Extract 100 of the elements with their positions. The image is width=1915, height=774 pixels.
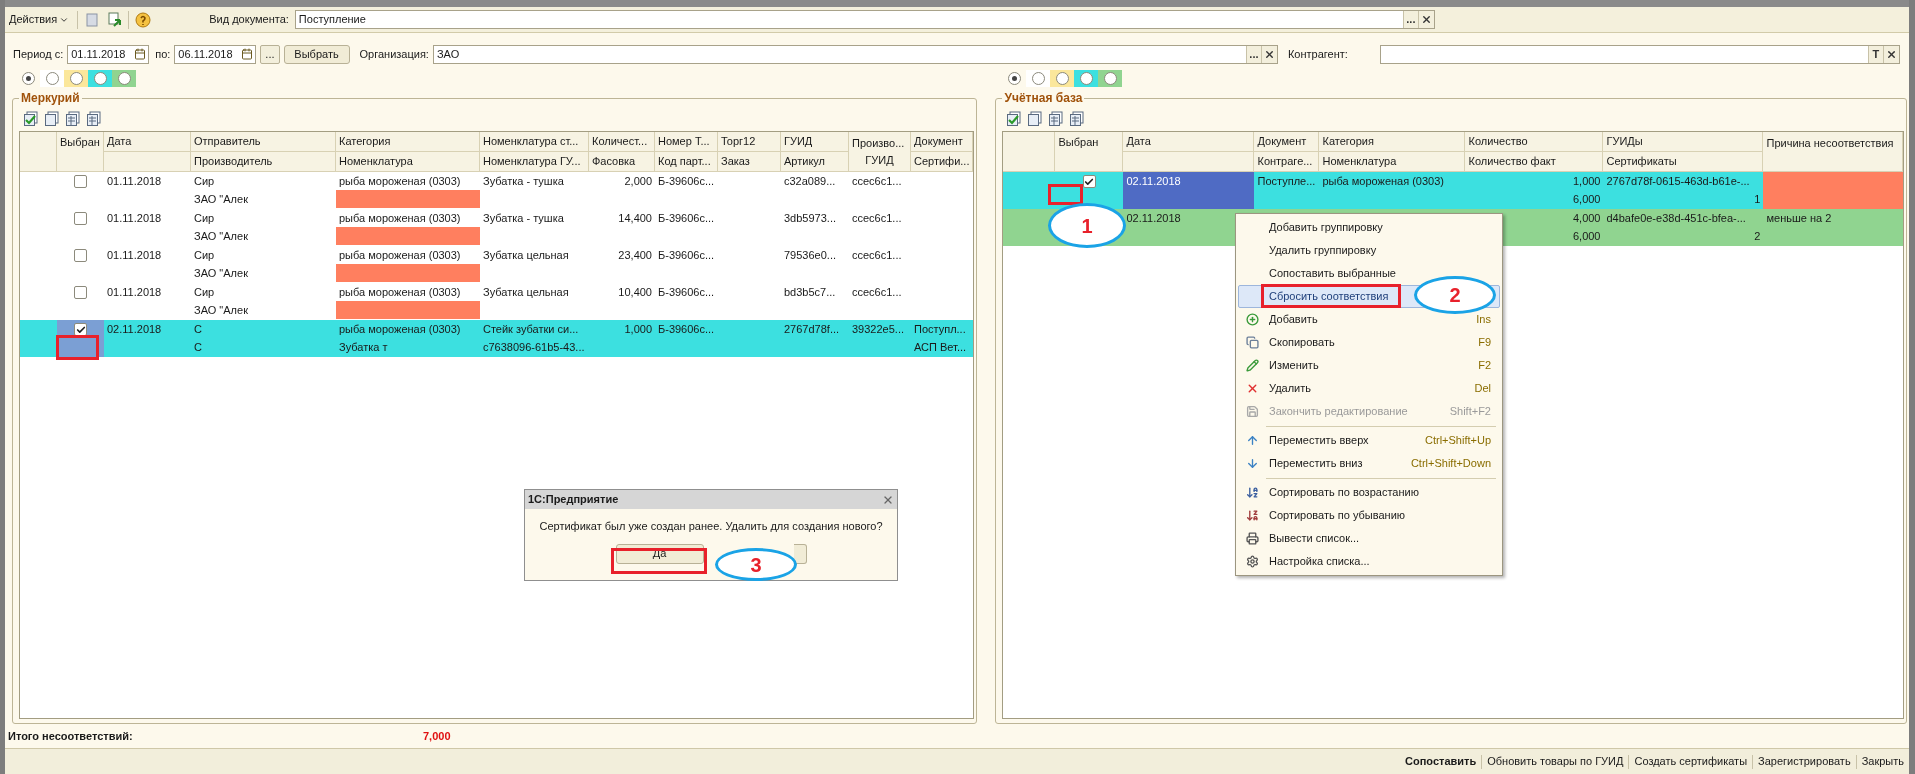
dialog-button[interactable] bbox=[793, 543, 807, 564]
radio-button[interactable] bbox=[1007, 71, 1021, 85]
table-pages-icon[interactable] bbox=[65, 111, 81, 127]
column-header[interactable]: Производитель bbox=[194, 153, 273, 170]
column-header[interactable]: Сертификаты bbox=[1606, 153, 1677, 170]
menu-item[interactable]: Добавить группировку bbox=[1238, 216, 1500, 239]
menu-item[interactable]: Переместить вниз Ctrl+Shift+Down bbox=[1238, 452, 1500, 475]
cell-text: Стейк зубатки си... bbox=[483, 321, 579, 337]
column-header[interactable]: Номенклатура bbox=[1322, 153, 1397, 170]
choose-button[interactable]: ... bbox=[1245, 45, 1261, 63]
dialog-title: 1С:Предприятие bbox=[528, 492, 619, 508]
column-header[interactable]: Количество bbox=[1468, 133, 1528, 150]
table-pages-icon[interactable] bbox=[86, 111, 102, 127]
cell-text: Б-39606с... bbox=[658, 321, 715, 337]
pages-icon[interactable] bbox=[1027, 111, 1044, 127]
cell-text: Зубатка - тушка bbox=[483, 173, 564, 189]
save-icon bbox=[1245, 405, 1259, 418]
cell-text: 02.11.2018 bbox=[1126, 173, 1181, 189]
menu-item[interactable]: Вывести список... bbox=[1238, 527, 1500, 550]
table-pages-icon[interactable] bbox=[1069, 111, 1086, 127]
cell-text: 10,400 bbox=[618, 284, 652, 300]
toolbar-button[interactable]: Зарегистрировать bbox=[1753, 753, 1856, 770]
choose-button[interactable]: ... bbox=[1402, 11, 1418, 28]
cell-text: 01.11.2018 bbox=[107, 284, 162, 300]
checkbox[interactable] bbox=[74, 175, 87, 188]
menu-item[interactable]: Настройка списка... bbox=[1238, 550, 1500, 573]
radio-button[interactable] bbox=[69, 71, 83, 85]
column-header[interactable]: Номер Т... bbox=[658, 133, 710, 150]
column-header[interactable]: ГУИД bbox=[865, 151, 894, 168]
radio-button[interactable] bbox=[45, 71, 59, 85]
cell-text: Б-39606с... bbox=[658, 173, 715, 189]
date-field[interactable]: 01.11.2018 bbox=[67, 44, 150, 64]
document-arrow-icon[interactable] bbox=[106, 11, 123, 28]
column-header[interactable]: Артикул bbox=[784, 153, 825, 170]
cell-text: 1 bbox=[1754, 191, 1761, 207]
calendar-icon[interactable] bbox=[134, 48, 147, 60]
column-header[interactable]: Дата bbox=[1126, 133, 1151, 150]
menu-item[interactable]: Переместить вверх Ctrl+Shift+Up bbox=[1238, 429, 1500, 452]
column-header[interactable]: Номенклатура ст... bbox=[483, 133, 579, 150]
toolbar-button[interactable]: Закрыть bbox=[1856, 753, 1909, 770]
column-header[interactable]: Торг12 bbox=[721, 133, 756, 150]
column-header[interactable]: Количество факт bbox=[1468, 153, 1556, 170]
column-header[interactable]: Отправитель bbox=[194, 133, 261, 150]
radio-button[interactable] bbox=[93, 71, 107, 85]
column-header[interactable]: Категория bbox=[1322, 133, 1374, 150]
column-header[interactable]: Контраге... bbox=[1257, 153, 1313, 170]
column-header[interactable]: Категория bbox=[339, 133, 391, 150]
toolbar-button[interactable]: Создать сертификаты bbox=[1629, 753, 1753, 770]
column-header[interactable]: ГУИДы bbox=[1606, 133, 1643, 150]
date-field[interactable]: 06.11.2018 bbox=[174, 44, 257, 64]
organization-field[interactable]: ЗАО ... bbox=[432, 44, 1278, 64]
radio-button[interactable] bbox=[1055, 71, 1069, 85]
toolbar-button[interactable]: Обновить товары по ГУИД bbox=[1482, 753, 1629, 770]
menu-item[interactable]: Сортировать по возрастанию bbox=[1238, 481, 1500, 504]
actions-menu[interactable]: Действия bbox=[7, 11, 72, 28]
radio-button[interactable] bbox=[1103, 71, 1117, 85]
calendar-icon[interactable] bbox=[241, 48, 254, 60]
column-header[interactable]: Фасовка bbox=[592, 153, 636, 170]
table-pages-icon[interactable] bbox=[1048, 111, 1065, 127]
column-header[interactable]: Код парт... bbox=[658, 153, 711, 170]
checkbox[interactable] bbox=[74, 249, 87, 262]
check-pages-icon[interactable] bbox=[1006, 111, 1023, 127]
column-header[interactable]: Документ bbox=[1257, 133, 1307, 150]
sort-ascending-icon bbox=[1245, 486, 1259, 499]
column-header[interactable]: Произво... bbox=[852, 135, 907, 152]
type-button[interactable]: T bbox=[1867, 45, 1883, 63]
cell-text: 01.11.2018 bbox=[107, 247, 162, 263]
field-label: Организация: bbox=[359, 46, 429, 62]
column-header[interactable]: Номенклатура bbox=[339, 153, 413, 170]
select-button[interactable]: Выбрать bbox=[283, 44, 350, 64]
column-header[interactable]: Номенклатура ГУ... bbox=[483, 153, 581, 170]
column-header[interactable]: Дата bbox=[107, 133, 132, 150]
document-type-field[interactable]: Поступление ... bbox=[294, 10, 1435, 29]
checkbox[interactable] bbox=[74, 212, 87, 225]
checkbox[interactable] bbox=[74, 286, 87, 299]
focused-cell[interactable]: 02.11.2018 bbox=[1123, 172, 1255, 209]
radio-button[interactable] bbox=[1031, 71, 1045, 85]
cell-text: рыба мороженая (0303) bbox=[1322, 173, 1444, 189]
column-header[interactable]: Документ bbox=[914, 133, 963, 150]
toolbar-button[interactable]: Сопоставить bbox=[1400, 753, 1482, 770]
checkbox[interactable] bbox=[1083, 175, 1096, 188]
menu-item[interactable]: Изменить F2 bbox=[1238, 354, 1500, 377]
menu-item[interactable]: Скопировать F9 bbox=[1238, 331, 1500, 354]
printer-icon bbox=[1245, 532, 1259, 545]
column-header[interactable]: ГУИД bbox=[784, 133, 813, 150]
radio-button[interactable] bbox=[117, 71, 131, 85]
pages-icon[interactable] bbox=[44, 111, 60, 127]
menu-item[interactable]: Удалить Del bbox=[1238, 377, 1500, 400]
check-pages-icon[interactable] bbox=[23, 111, 39, 127]
column-header[interactable]: Сертифи... bbox=[914, 153, 970, 170]
counterparty-field[interactable]: T bbox=[1379, 44, 1900, 64]
radio-button[interactable] bbox=[21, 71, 35, 85]
table-row[interactable]: 02.11.2018 С С рыба мороженая (0303) Зубатка т Стейк зубатки си... c7638096-61b5-43... 1,000 Б-39606с... 2767d78f... 39322e5... Поступл... АСП Вет... bbox=[20, 320, 974, 357]
period-button[interactable]: ... bbox=[260, 44, 280, 64]
radio-button[interactable] bbox=[1079, 71, 1093, 85]
column-header[interactable]: Количест... bbox=[592, 133, 648, 150]
help-icon[interactable] bbox=[135, 11, 152, 28]
menu-item[interactable]: Сортировать по убыванию bbox=[1238, 504, 1500, 527]
column-header[interactable]: Заказ bbox=[721, 153, 750, 170]
menu-item[interactable]: Удалить группировку bbox=[1238, 239, 1500, 262]
